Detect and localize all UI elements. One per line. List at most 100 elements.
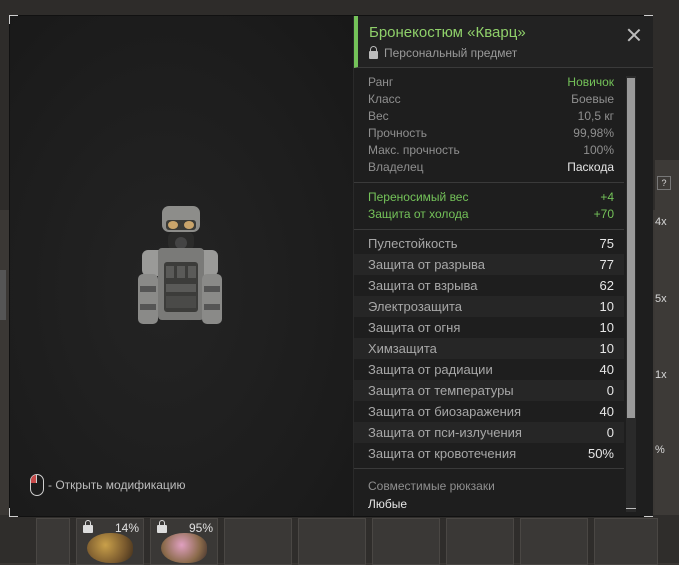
personal-item-label: Персональный предмет — [384, 46, 518, 60]
compatible-backpacks-value: Любые — [368, 497, 408, 511]
item-properties: Ранг Новичок Класс Боевые Вес 10,5 кг Пр… — [354, 68, 624, 183]
modification-hint-text: - Открыть модификацию — [48, 478, 186, 492]
help-icon[interactable]: ? — [657, 176, 671, 190]
armor-suit-model[interactable] — [138, 206, 222, 330]
stat-value: 0 — [606, 425, 614, 440]
inventory-slot[interactable] — [298, 518, 366, 565]
property-label: Класс — [368, 92, 401, 106]
property-value: Паскода — [567, 160, 614, 174]
stat-label: Защита от огня — [368, 320, 461, 335]
lock-icon — [369, 45, 378, 59]
stat-value: 62 — [599, 278, 614, 293]
inventory-slot[interactable] — [594, 518, 658, 565]
side-stack-count: 5x — [655, 293, 667, 305]
scrollbar-thumb[interactable] — [627, 78, 635, 418]
property-label: Владелец — [368, 160, 424, 174]
stat-value: 10 — [599, 299, 614, 314]
inventory-slot[interactable] — [520, 518, 588, 565]
stat-row: Электрозащита 10 — [354, 296, 624, 317]
stat-label: Химзащита — [368, 341, 437, 356]
stat-row: Защита от биозаражения 40 — [354, 401, 624, 422]
property-label: Макс. прочность — [368, 143, 460, 157]
artifact-thumbnail — [87, 533, 133, 563]
inventory-slot[interactable]: 95% — [150, 518, 218, 565]
side-stack-count: 1x — [655, 369, 667, 381]
scrollbar-end-cap — [626, 508, 636, 509]
property-label: Ранг — [368, 75, 394, 89]
lock-icon — [157, 520, 167, 533]
stat-value: 0 — [606, 383, 614, 398]
stat-value: 40 — [599, 404, 614, 419]
left-edge-handle — [0, 270, 6, 320]
inventory-slot[interactable] — [446, 518, 514, 565]
property-value: 100% — [583, 143, 614, 157]
stat-value: 75 — [599, 236, 614, 251]
property-row: Ранг Новичок — [368, 74, 614, 91]
bonus-value: +4 — [600, 190, 614, 204]
stat-label: Защита от разрыва — [368, 257, 486, 272]
lock-icon — [83, 520, 93, 533]
bonus-label: Переносимый вес — [368, 190, 469, 204]
scrollbar[interactable] — [626, 76, 638, 512]
bonus-row: Переносимый вес +4 — [368, 189, 614, 206]
property-value: Новичок — [567, 75, 614, 89]
item-details-modal: - Открыть модификацию Бронекостюм «Кварц… — [9, 15, 653, 517]
inventory-slot[interactable] — [224, 518, 292, 565]
bonus-value: +70 — [593, 207, 614, 221]
bonus-row: Защита от холода +70 — [368, 206, 614, 223]
stat-row: Защита от кровотечения 50% — [354, 443, 624, 464]
stat-label: Защита от пси-излучения — [368, 425, 522, 440]
stat-value: 10 — [599, 320, 614, 335]
item-info-panel: Бронекостюм «Кварц» Персональный предмет… — [353, 16, 653, 516]
property-row: Прочность 99,98% — [368, 125, 614, 142]
mouse-left-click-icon — [30, 474, 44, 496]
stat-row: Химзащита 10 — [354, 338, 624, 359]
item-subtitle: Персональный предмет — [369, 45, 518, 60]
property-row: Макс. прочность 100% — [368, 142, 614, 159]
inventory-slot[interactable] — [372, 518, 440, 565]
property-row: Вес 10,5 кг — [368, 108, 614, 125]
side-inventory-column — [655, 160, 679, 515]
item-bonuses: Переносимый вес +4 Защита от холода +70 — [354, 183, 624, 230]
item-preview-pane[interactable]: - Открыть модификацию — [10, 16, 353, 516]
stat-row: Защита от взрыва 62 — [354, 275, 624, 296]
stat-row: Защита от разрыва 77 — [354, 254, 624, 275]
stat-label: Защита от температуры — [368, 383, 514, 398]
side-stack-count: % — [655, 444, 665, 456]
close-button[interactable] — [627, 28, 641, 42]
stat-label: Пулестойкость — [368, 236, 458, 251]
property-label: Вес — [368, 109, 389, 123]
stat-label: Защита от взрыва — [368, 278, 478, 293]
property-value: Боевые — [571, 92, 614, 106]
inventory-tool-slot[interactable] — [36, 518, 70, 565]
compatible-backpacks: Совместимые рюкзаки Любые — [354, 469, 624, 513]
bonus-label: Защита от холода — [368, 207, 469, 221]
stat-row: Защита от радиации 40 — [354, 359, 624, 380]
stat-row: Защита от пси-излучения 0 — [354, 422, 624, 443]
stat-row: Пулестойкость 75 — [354, 233, 624, 254]
stat-label: Защита от радиации — [368, 362, 493, 377]
property-row: Владелец Паскода — [368, 159, 614, 176]
stat-label: Электрозащита — [368, 299, 463, 314]
property-value: 99,98% — [573, 126, 614, 140]
stat-value: 40 — [599, 362, 614, 377]
property-row: Класс Боевые — [368, 91, 614, 108]
stat-row: Защита от температуры 0 — [354, 380, 624, 401]
stat-row: Защита от огня 10 — [354, 317, 624, 338]
protection-stats: Пулестойкость 75 Защита от разрыва 77 Защи… — [354, 230, 624, 469]
artifact-thumbnail — [161, 533, 207, 563]
stat-label: Защита от биозаражения — [368, 404, 522, 419]
inventory-slot[interactable]: 14% — [76, 518, 144, 565]
item-header: Бронекостюм «Кварц» Персональный предмет — [354, 16, 653, 68]
item-stats-scroll-area[interactable]: Ранг Новичок Класс Боевые Вес 10,5 кг Пр… — [354, 68, 624, 516]
stat-label: Защита от кровотечения — [368, 446, 517, 461]
stat-value: 10 — [599, 341, 614, 356]
property-label: Прочность — [368, 126, 428, 140]
side-stack-count: 4x — [655, 216, 667, 228]
item-title: Бронекостюм «Кварц» — [369, 24, 526, 41]
modification-hint: - Открыть модификацию — [30, 474, 186, 496]
stat-value: 50% — [587, 446, 614, 461]
stat-value: 77 — [599, 257, 614, 272]
compatible-backpacks-label: Совместимые рюкзаки — [368, 479, 495, 493]
property-value: 10,5 кг — [577, 109, 614, 123]
